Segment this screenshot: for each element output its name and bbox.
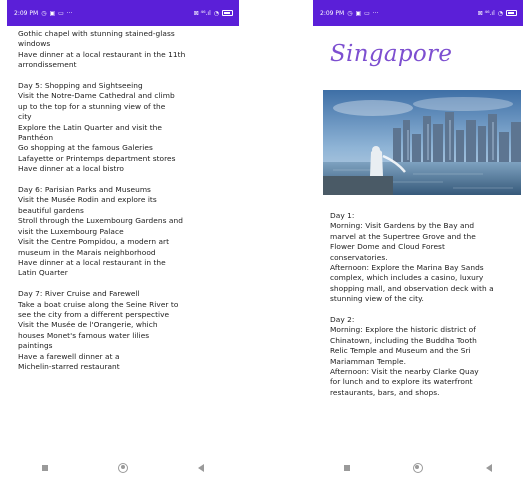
notification-icon: ▣ bbox=[49, 9, 56, 17]
battery-icon bbox=[506, 10, 517, 16]
text-line: Panthéon bbox=[18, 133, 54, 143]
text-line: Day 5: Shopping and Sightseeing bbox=[18, 81, 143, 91]
text-line: Visit the Musée Rodin and explore its bbox=[18, 195, 157, 205]
text-line: Stroll through the Luxembourg Gardens an… bbox=[18, 216, 183, 226]
back-triangle-icon[interactable] bbox=[198, 463, 204, 472]
text-line: Chinatown, including the Buddha Tooth bbox=[330, 335, 477, 345]
text-line: marvel at the Supertree Grove and the bbox=[330, 231, 476, 241]
sync-icon: ◷ bbox=[347, 9, 353, 17]
phone-screen-left: 2:09 PM ◷ ▣ ▭ ··· ⊠ ⁴⁶.ıl ◔ Gothic chape… bbox=[7, 0, 239, 480]
text-line: shopping mall, and observation deck with… bbox=[330, 283, 494, 293]
home-circle-icon[interactable] bbox=[412, 462, 423, 473]
phone-screen-right: 2:09 PM ◷ ▣ ▭ ··· ⊠ ⁴⁶.ıl ◔ Singapore Da… bbox=[313, 0, 523, 480]
cast-icon: ▭ bbox=[58, 9, 64, 17]
singapore-skyline-image bbox=[323, 90, 521, 195]
text-line: Take a boat cruise along the Seine River… bbox=[18, 299, 179, 309]
text-line: Day 7: River Cruise and Farewell bbox=[18, 289, 140, 299]
wifi-icon: ◔ bbox=[213, 9, 219, 17]
text-line: complex, which includes a casino, luxury bbox=[330, 273, 484, 283]
text-line: conservatories. bbox=[330, 252, 388, 262]
notification-icon: ▣ bbox=[355, 9, 362, 17]
more-icon: ··· bbox=[66, 9, 73, 17]
text-line: Have dinner at a local restaurant in the bbox=[18, 257, 166, 267]
text-line: Day 6: Parisian Parks and Museums bbox=[18, 185, 151, 195]
text-line: for lunch and to explore its waterfront bbox=[330, 377, 473, 387]
system-nav-bar bbox=[7, 455, 239, 480]
text-line: Go shopping at the famous Galeries bbox=[18, 143, 153, 153]
text-line: up to the top for a stunning view of the bbox=[18, 101, 166, 111]
text-line: paintings bbox=[18, 341, 53, 351]
text-line: arrondissement bbox=[18, 60, 77, 70]
text-line: Have dinner at a local restaurant in the… bbox=[18, 49, 186, 59]
text-line: houses Monet's famous water lilies bbox=[18, 330, 150, 340]
text-line: windows bbox=[18, 39, 51, 49]
itinerary-text: Gothic chapel with stunning stained-glas… bbox=[18, 29, 239, 372]
text-line: Morning: Explore the historic district o… bbox=[330, 325, 476, 335]
recents-square-icon[interactable] bbox=[344, 464, 351, 471]
status-time: 2:09 PM bbox=[14, 9, 39, 17]
text-line: restaurants, bars, and shops. bbox=[330, 387, 440, 397]
itinerary-text: Day 1: Morning: Visit Gardens by the Bay … bbox=[330, 211, 494, 398]
home-circle-icon[interactable] bbox=[118, 462, 128, 473]
text-line: Explore the Latin Quarter and visit the bbox=[18, 122, 163, 132]
wifi-icon: ◔ bbox=[497, 9, 503, 17]
text-line: Relic Temple and Museum and the Sri bbox=[330, 346, 471, 356]
text-line: Mariamman Temple. bbox=[330, 356, 406, 366]
signal-icons: ⊠ ⁴⁶.ıl bbox=[193, 9, 211, 17]
status-bar: 2:09 PM ◷ ▣ ▭ ··· ⊠ ⁴⁶.ıl ◔ bbox=[313, 0, 523, 26]
text-line: Day 1: bbox=[330, 211, 355, 220]
text-line: Afternoon: Explore the Marina Bay Sands bbox=[330, 263, 484, 273]
skyline-illustration bbox=[323, 90, 521, 195]
text-line: Visit the Centre Pompidou, a modern art bbox=[18, 237, 170, 247]
text-line: see the city from a different perspectiv… bbox=[18, 309, 170, 319]
sync-icon: ◷ bbox=[41, 9, 47, 17]
text-line: Latin Quarter bbox=[18, 268, 68, 278]
text-line: Morning: Visit Gardens by the Bay and bbox=[330, 221, 475, 231]
text-line: Have dinner at a local bistro bbox=[18, 164, 124, 174]
text-line: Visit the Musée de l'Orangerie, which bbox=[18, 320, 158, 330]
itinerary-text-scroll[interactable]: Gothic chapel with stunning stained-glas… bbox=[7, 29, 239, 449]
text-line: Visit the Notre-Dame Cathedral and climb bbox=[18, 91, 175, 101]
text-line: stunning view of the city. bbox=[330, 294, 424, 304]
text-line: museum in the Marais neighborhood bbox=[18, 247, 156, 257]
text-line: Day 2: bbox=[330, 315, 355, 325]
more-icon: ··· bbox=[372, 9, 379, 17]
recents-square-icon[interactable] bbox=[42, 464, 48, 471]
battery-icon bbox=[222, 10, 233, 16]
text-line: Flower Dome and Cloud Forest bbox=[330, 242, 445, 252]
cast-icon: ▭ bbox=[364, 9, 370, 17]
system-nav-bar bbox=[313, 455, 523, 480]
page-title: Singapore bbox=[330, 41, 453, 67]
status-time: 2:09 PM bbox=[320, 9, 345, 17]
status-bar: 2:09 PM ◷ ▣ ▭ ··· ⊠ ⁴⁶.ıl ◔ bbox=[7, 0, 239, 26]
text-line: city bbox=[18, 112, 32, 122]
text-line: Gothic chapel with stunning stained-glas… bbox=[18, 29, 175, 38]
signal-icons: ⊠ ⁴⁶.ıl bbox=[477, 9, 495, 17]
text-line: visit the Luxembourg Palace bbox=[18, 226, 124, 236]
text-line: Lafayette or Printemps department stores bbox=[18, 153, 176, 163]
text-line: beautiful gardens bbox=[18, 205, 84, 215]
text-line: Afternoon: Visit the nearby Clarke Quay bbox=[330, 367, 479, 377]
text-line: Michelin-starred restaurant bbox=[18, 361, 120, 371]
text-line: Have a farewell dinner at a bbox=[18, 351, 120, 361]
back-triangle-icon[interactable] bbox=[485, 463, 492, 472]
